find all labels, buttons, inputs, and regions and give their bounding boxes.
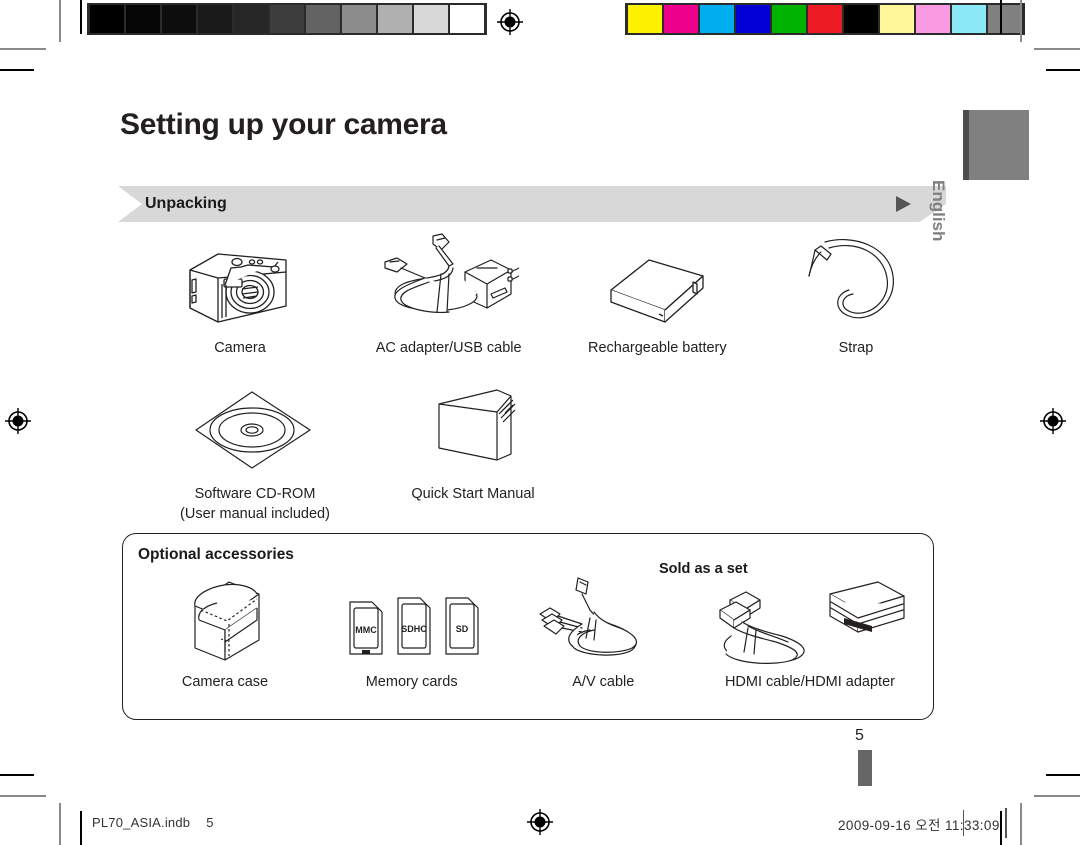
section-header-unpacking: Unpacking [118, 186, 946, 222]
footer-file-page: 5 [206, 815, 214, 830]
battery-icon [597, 232, 717, 332]
item-quick-start-manual: Quick Start Manual [368, 386, 578, 505]
item-label: HDMI cable/HDMI adapter [724, 674, 895, 690]
registration-mark-bottom-center [527, 809, 553, 835]
page-number-bar [858, 750, 872, 786]
item-strap: Strap [766, 232, 946, 359]
hdmi-cable-adapter-icon [712, 576, 908, 666]
item-memory-cards: MMC SDHC SD Memory cards [327, 576, 497, 693]
item-label: Camera [214, 340, 266, 356]
footer-file-info: PL70_ASIA.indb 5 [92, 815, 214, 830]
page-number: 5 [855, 727, 864, 744]
calibration-patch [126, 5, 160, 33]
section-header-label: Unpacking [145, 195, 227, 212]
calibration-patch [664, 5, 698, 33]
crop-mark-bottom-right-vertical-inner [1000, 811, 1002, 845]
svg-text:SDHC: SDHC [401, 624, 427, 634]
calibration-patch [628, 5, 662, 33]
crop-mark-left-bottom-horizontal-inner [0, 774, 34, 776]
item-label: A/V cable [572, 674, 635, 690]
calibration-patch [414, 5, 448, 33]
calibration-patch [90, 5, 124, 33]
calibration-patch [916, 5, 950, 33]
item-camera: Camera [140, 232, 340, 359]
manual-icon [423, 386, 523, 478]
crop-mark-left-top-horizontal-outer [0, 48, 46, 50]
item-ac-adapter: AC adapter/USB cable [349, 232, 549, 359]
crop-mark-left-top-horizontal-inner [0, 69, 34, 71]
calibration-patch [808, 5, 842, 33]
calibration-patch [270, 5, 304, 33]
calibration-patch [700, 5, 734, 33]
footer-divider-tick-right [963, 810, 965, 836]
item-av-cable: A/V cable [523, 576, 683, 693]
ac-adapter-usb-cable-icon [379, 232, 519, 332]
registration-mark-top-center [497, 9, 523, 35]
calibration-patch [342, 5, 376, 33]
play-triangle-icon [896, 196, 911, 212]
registration-mark-right-middle [1040, 408, 1066, 434]
included-items-row-1: Camera AC adapter/USB cable Rechargeable… [140, 232, 946, 359]
crop-mark-top-right-vertical-inner [1000, 0, 1002, 34]
calibration-patch [234, 5, 268, 33]
registration-mark-left-middle [5, 408, 31, 434]
crop-mark-top-right-vertical-outer [1020, 0, 1022, 42]
calibration-patch [736, 5, 770, 33]
calibration-patch [450, 5, 484, 33]
crop-mark-right-bottom-horizontal-inner [1046, 774, 1080, 776]
section-header-background [118, 186, 946, 222]
calibration-patch [952, 5, 986, 33]
svg-text:MMC: MMC [355, 625, 377, 635]
crop-mark-right-bottom-horizontal-outer [1034, 795, 1080, 797]
included-items-row-2: Software CD-ROM (User manual included) Q… [150, 386, 578, 524]
memory-cards-icon: MMC SDHC SD [336, 576, 488, 666]
item-label: Strap [838, 340, 874, 356]
crop-mark-right-top-horizontal-inner [1046, 69, 1080, 71]
page-title: Setting up your camera [120, 108, 447, 141]
item-battery: Rechargeable battery [557, 232, 757, 359]
language-thumb-tab [963, 110, 1029, 180]
crop-mark-bottom-left-vertical-outer [59, 803, 61, 845]
calibration-patch [198, 5, 232, 33]
item-label: AC adapter/USB cable [375, 340, 522, 356]
language-thumb-tab-edge [963, 110, 969, 180]
item-label: Rechargeable battery [587, 340, 727, 356]
calibration-patch [306, 5, 340, 33]
crop-mark-bottom-right-vertical-outer [1020, 803, 1022, 845]
item-label: Memory cards [365, 674, 458, 690]
camera-case-icon [173, 576, 277, 666]
crop-mark-top-left-vertical-outer [59, 0, 61, 42]
footer-divider-tick-left [1005, 808, 1007, 838]
item-camera-case: Camera case [150, 576, 300, 693]
svg-text:SD: SD [455, 624, 468, 634]
av-cable-icon [538, 576, 668, 666]
crop-mark-bottom-left-vertical-inner [80, 811, 82, 845]
sold-as-a-set-label: Sold as a set [659, 561, 748, 577]
item-label: Camera case [181, 674, 269, 690]
crop-mark-right-top-horizontal-outer [1034, 48, 1080, 50]
item-label: Quick Start Manual [411, 486, 535, 502]
calibration-patch [378, 5, 412, 33]
camera-icon [178, 232, 302, 332]
calibration-patch [880, 5, 914, 33]
calibration-patch [988, 5, 1022, 33]
color-calibration-strip [625, 3, 1025, 35]
item-hdmi: HDMI cable/HDMI adapter [710, 576, 910, 693]
footer-file-name: PL70_ASIA.indb [92, 815, 191, 830]
crop-mark-left-bottom-horizontal-outer [0, 795, 46, 797]
optional-accessories-items: Camera case MMC SDHC SD Memory cards A/V… [150, 576, 910, 693]
calibration-patch [162, 5, 196, 33]
item-sublabel: (User manual included) [180, 505, 330, 522]
strap-icon [801, 232, 911, 332]
item-cd-rom: Software CD-ROM (User manual included) [150, 386, 360, 524]
crop-mark-top-left-vertical-inner [80, 0, 82, 34]
optional-accessories-title: Optional accessories [138, 546, 294, 563]
calibration-patch [844, 5, 878, 33]
calibration-patch [772, 5, 806, 33]
footer-timestamp: 2009-09-16 오전 11:33:09 [838, 818, 1000, 833]
item-label: Software CD-ROM [194, 486, 316, 502]
cd-rom-icon [190, 386, 320, 478]
grayscale-calibration-strip [87, 3, 487, 35]
